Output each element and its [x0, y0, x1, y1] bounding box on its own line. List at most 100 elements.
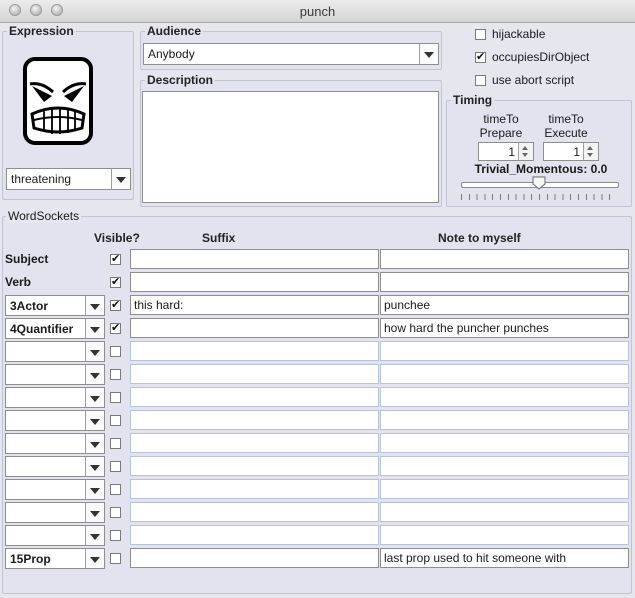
hijackable-checkbox[interactable] [475, 28, 486, 40]
word-socket-row [5, 363, 630, 386]
word-socket-role-select[interactable] [5, 364, 105, 385]
description-textarea[interactable] [142, 91, 439, 203]
word-socket-suffix-field[interactable] [130, 502, 379, 522]
word-socket-note-field[interactable]: punchee [380, 295, 629, 315]
word-socket-role-select[interactable] [5, 479, 105, 500]
chevron-down-icon[interactable] [85, 411, 104, 430]
word-socket-visible-checkbox[interactable] [110, 530, 121, 541]
note-column-header: Note to myself [438, 231, 521, 245]
chevron-down-icon[interactable] [85, 549, 104, 568]
word-socket-visible-checkbox[interactable] [110, 298, 121, 311]
word-socket-suffix-field[interactable] [130, 364, 379, 384]
word-socket-role-select[interactable] [5, 410, 105, 431]
time-to-prepare-value: 1 [508, 145, 515, 159]
word-socket-visible-checkbox[interactable] [110, 321, 121, 334]
word-socket-role-select[interactable] [5, 502, 105, 523]
word-socket-note-field[interactable]: how hard the puncher punches [380, 318, 629, 338]
word-socket-note-field[interactable] [380, 249, 629, 269]
chevron-down-icon[interactable] [85, 388, 104, 407]
word-socket-note-field[interactable] [380, 433, 629, 453]
word-socket-visible-checkbox[interactable] [110, 438, 121, 449]
slider-ticks [461, 194, 617, 200]
time-to-prepare-label-line2: Prepare [479, 126, 523, 140]
word-socket-visible-checkbox[interactable] [110, 461, 121, 472]
word-socket-suffix-field[interactable] [130, 433, 379, 453]
word-socket-note-field[interactable] [380, 525, 629, 545]
word-socket-role-select[interactable] [5, 341, 105, 362]
word-socket-role-select[interactable] [5, 456, 105, 477]
word-socket-note-field[interactable] [380, 387, 629, 407]
audience-select[interactable]: Anybody [143, 43, 439, 65]
word-socket-visible-checkbox[interactable] [110, 392, 121, 403]
word-socket-row: Verb [5, 271, 630, 294]
word-socket-row [5, 386, 630, 409]
chevron-down-icon[interactable] [85, 296, 104, 315]
use-abort-script-checkbox[interactable] [475, 74, 486, 86]
word-socket-note-field[interactable] [380, 456, 629, 476]
word-socket-suffix-field[interactable] [130, 456, 379, 476]
word-socket-row: 4Quantifier how hard the puncher punches [5, 317, 630, 340]
word-socket-visible-checkbox[interactable] [110, 369, 121, 380]
word-socket-visible-checkbox[interactable] [110, 507, 121, 518]
chevron-down-icon[interactable] [85, 526, 104, 545]
word-socket-role-select[interactable]: 4Quantifier [5, 318, 105, 339]
word-socket-role-select[interactable]: 15Prop [5, 548, 105, 569]
word-socket-row [5, 478, 630, 501]
word-socket-role-select[interactable] [5, 387, 105, 408]
chevron-down-icon[interactable] [85, 503, 104, 522]
use-abort-script-checkbox-row[interactable]: use abort script [475, 72, 574, 88]
trivial-momentous-slider-thumb[interactable] [532, 176, 546, 190]
word-socket-note-field[interactable] [380, 479, 629, 499]
expression-select[interactable]: threatening [6, 168, 131, 190]
word-socket-note-field[interactable] [380, 272, 629, 292]
word-socket-row [5, 340, 630, 363]
word-socket-suffix-field[interactable]: this hard: [130, 295, 379, 315]
chevron-down-icon[interactable] [85, 319, 104, 338]
expression-legend: Expression [9, 24, 74, 38]
time-to-prepare-label: timeTo Prepare [476, 112, 526, 140]
chevron-down-icon[interactable] [85, 342, 104, 361]
chevron-down-icon[interactable] [85, 365, 104, 384]
chevron-down-icon[interactable] [111, 169, 130, 189]
chevron-down-icon[interactable] [85, 480, 104, 499]
word-socket-visible-checkbox[interactable] [110, 275, 121, 288]
word-socket-note-field[interactable] [380, 341, 629, 361]
occupies-dir-object-checkbox-row[interactable]: occupiesDirObject [475, 49, 589, 65]
occupies-dir-object-checkbox[interactable] [475, 50, 486, 63]
chevron-down-icon[interactable] [85, 457, 104, 476]
word-socket-suffix-field[interactable] [130, 272, 379, 292]
word-socket-suffix-field[interactable] [130, 387, 379, 407]
word-socket-role-select[interactable]: 3Actor [5, 295, 105, 316]
word-socket-suffix-field[interactable] [130, 548, 379, 568]
word-socket-note-field[interactable] [380, 364, 629, 384]
window-title: punch [299, 4, 336, 19]
word-socket-note-field[interactable] [380, 410, 629, 430]
word-socket-suffix-field[interactable] [130, 249, 379, 269]
word-socket-visible-checkbox[interactable] [110, 484, 121, 495]
word-socket-suffix-field[interactable] [130, 341, 379, 361]
word-socket-row [5, 524, 630, 547]
time-to-execute-spinner[interactable]: 1 [543, 142, 599, 161]
word-socket-note-field[interactable]: last prop used to hit someone with [380, 548, 629, 568]
word-socket-visible-checkbox[interactable] [110, 415, 121, 426]
word-socket-suffix-field[interactable] [130, 410, 379, 430]
word-socket-suffix-field[interactable] [130, 318, 379, 338]
time-to-prepare-stepper[interactable] [518, 143, 533, 160]
chevron-down-icon[interactable] [419, 44, 438, 64]
word-socket-role-select[interactable] [5, 525, 105, 546]
word-socket-role-value: 4Quantifier [10, 322, 74, 336]
word-socket-suffix-field[interactable] [130, 479, 379, 499]
word-socket-role-select[interactable] [5, 433, 105, 454]
time-to-execute-stepper[interactable] [583, 143, 598, 160]
trivial-momentous-label: Trivial_Momentous: 0.0 [474, 162, 608, 176]
word-socket-suffix-field[interactable] [130, 525, 379, 545]
word-socket-visible-checkbox[interactable] [110, 252, 121, 265]
word-socket-note-field[interactable] [380, 502, 629, 522]
word-socket-row [5, 432, 630, 455]
expression-selected-value: threatening [11, 172, 72, 186]
chevron-down-icon[interactable] [85, 434, 104, 453]
word-socket-visible-checkbox[interactable] [110, 346, 121, 357]
hijackable-checkbox-row[interactable]: hijackable [475, 26, 545, 42]
word-socket-visible-checkbox[interactable] [110, 553, 121, 564]
time-to-prepare-spinner[interactable]: 1 [478, 142, 534, 161]
